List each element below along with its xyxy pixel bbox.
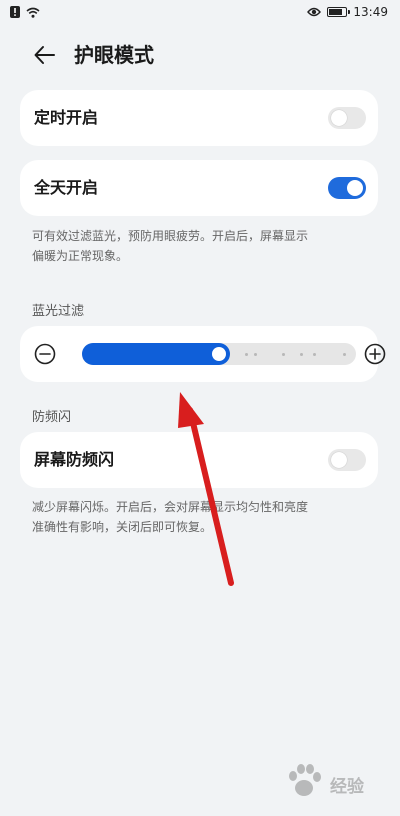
slider-thumb[interactable] <box>212 347 226 361</box>
timer-toggle[interactable] <box>328 107 366 129</box>
slider-fill <box>82 343 230 365</box>
plus-circle-icon[interactable] <box>364 343 386 365</box>
blue-light-slider[interactable] <box>82 343 356 365</box>
status-bar: 13:49 <box>0 0 400 28</box>
timer-label: 定时开启 <box>34 108 99 127</box>
blue-light-section-title: 蓝光过滤 <box>32 304 85 319</box>
eye-icon <box>307 7 322 17</box>
all-day-card: 全天开启 <box>20 160 378 216</box>
anti-flicker-section-title: 防频闪 <box>32 410 72 425</box>
anti-flicker-toggle[interactable] <box>328 449 366 471</box>
wifi-icon <box>26 7 40 18</box>
paw-logo-icon <box>289 764 321 796</box>
all-day-label: 全天开启 <box>34 178 99 197</box>
anti-flicker-description: 减少屏幕闪烁。开启后，会对屏幕显示均匀性和亮度 准确性有影响，关闭后即可恢复。 <box>32 497 372 537</box>
anti-flicker-description-line: 准确性有影响，关闭后即可恢复。 <box>32 520 213 534</box>
slider-step-dot <box>300 353 303 356</box>
status-time: 13:49 <box>353 5 388 19</box>
blue-light-card <box>20 326 386 382</box>
status-bar-left <box>10 6 40 18</box>
all-day-description-line: 可有效过滤蓝光，预防用眼疲劳。开启后，屏幕显示 <box>32 229 309 243</box>
anti-flicker-label: 屏幕防频闪 <box>34 450 115 469</box>
slider-step-dot <box>282 353 285 356</box>
all-day-description: 可有效过滤蓝光，预防用眼疲劳。开启后，屏幕显示 偏暖为正常现象。 <box>32 226 372 266</box>
timer-card: 定时开启 <box>20 90 378 146</box>
watermark-text: 经验 <box>330 777 364 797</box>
slider-step-dot <box>343 353 346 356</box>
back-arrow-icon[interactable] <box>32 42 58 68</box>
status-bar-right: 13:49 <box>307 5 388 19</box>
anti-flicker-card: 屏幕防频闪 <box>20 432 378 488</box>
battery-icon <box>327 7 351 17</box>
slider-step-dot <box>254 353 257 356</box>
page-title: 护眼模式 <box>74 43 154 67</box>
alert-icon <box>10 6 20 18</box>
anti-flicker-description-line: 减少屏幕闪烁。开启后，会对屏幕显示均匀性和亮度 <box>32 500 309 514</box>
minus-circle-icon[interactable] <box>34 343 56 365</box>
slider-step-dot <box>245 353 248 356</box>
all-day-toggle[interactable] <box>328 177 366 199</box>
watermark: 经验 <box>282 758 392 806</box>
slider-step-dot <box>313 353 316 356</box>
header: 护眼模式 <box>0 36 400 72</box>
all-day-description-line: 偏暖为正常现象。 <box>32 249 129 263</box>
